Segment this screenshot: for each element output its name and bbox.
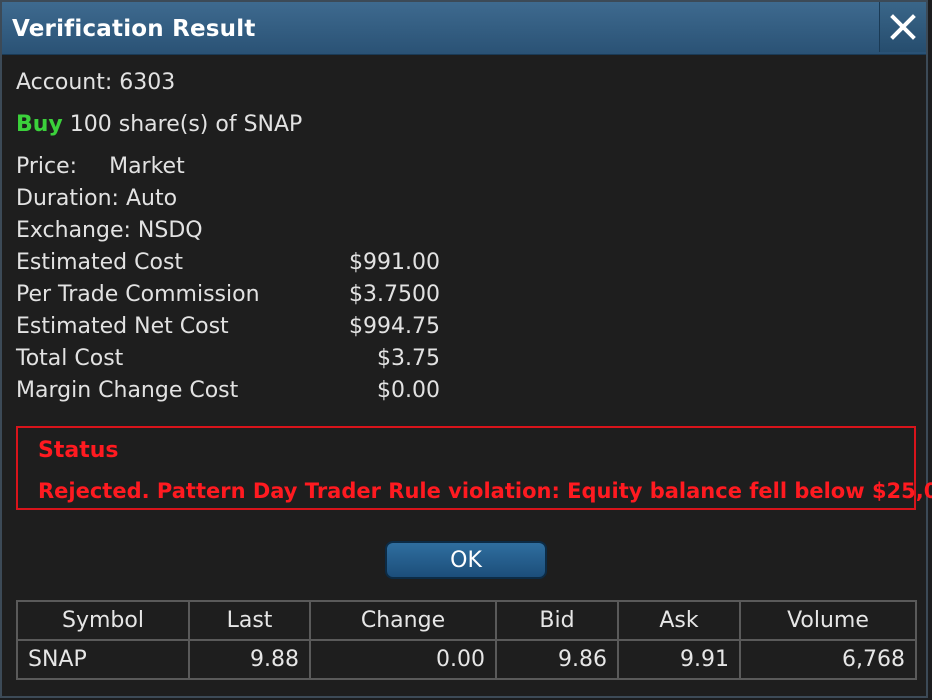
- order-summary: Buy 100 share(s) of SNAP: [16, 112, 302, 137]
- price-line: Price: Market: [16, 154, 185, 179]
- header-bid[interactable]: Bid: [495, 600, 619, 641]
- commission-value: $3.7500: [349, 282, 440, 307]
- header-volume[interactable]: Volume: [739, 600, 917, 641]
- account-line: Account: 6303: [16, 70, 176, 95]
- status-box: Status Rejected. Pattern Day Trader Rule…: [16, 426, 932, 510]
- price-value: Market: [109, 154, 185, 179]
- quote-header-row: Symbol Last Change Bid Ask Volume: [16, 600, 917, 641]
- total-cost-value: $3.75: [377, 346, 440, 371]
- cell-change: 0.00: [309, 639, 497, 680]
- dialog-title: Verification Result: [12, 16, 256, 42]
- estimated-cost-value: $991.00: [349, 250, 440, 275]
- title-bar[interactable]: Verification Result: [2, 2, 926, 55]
- header-last[interactable]: Last: [188, 600, 311, 641]
- price-label: Price:: [16, 154, 78, 179]
- order-description: 100 share(s) of SNAP: [69, 112, 303, 137]
- header-change[interactable]: Change: [309, 600, 497, 641]
- buy-label: Buy: [16, 112, 63, 137]
- cell-last: 9.88: [188, 639, 311, 680]
- table-row[interactable]: SNAP 9.88 0.00 9.86 9.91 6,768: [16, 639, 917, 680]
- net-cost-value: $994.75: [349, 314, 440, 339]
- cell-symbol: SNAP: [16, 639, 190, 680]
- header-ask[interactable]: Ask: [617, 600, 741, 641]
- duration-line: Duration: Auto: [16, 186, 178, 211]
- exchange-line: Exchange: NSDQ: [16, 218, 203, 243]
- status-title: Status: [38, 438, 119, 463]
- close-icon: [890, 14, 916, 40]
- quote-table: Symbol Last Change Bid Ask Volume SNAP 9…: [16, 600, 917, 680]
- margin-change-value: $0.00: [377, 378, 440, 403]
- cell-ask: 9.91: [617, 639, 741, 680]
- cell-bid: 9.86: [495, 639, 619, 680]
- header-symbol[interactable]: Symbol: [16, 600, 190, 641]
- close-button[interactable]: [879, 2, 926, 52]
- ok-button[interactable]: OK: [385, 541, 547, 579]
- status-message: Rejected. Pattern Day Trader Rule violat…: [38, 479, 932, 503]
- cell-volume: 6,768: [739, 639, 917, 680]
- verification-dialog: Verification Result Account: 6303 Buy 10…: [0, 0, 932, 698]
